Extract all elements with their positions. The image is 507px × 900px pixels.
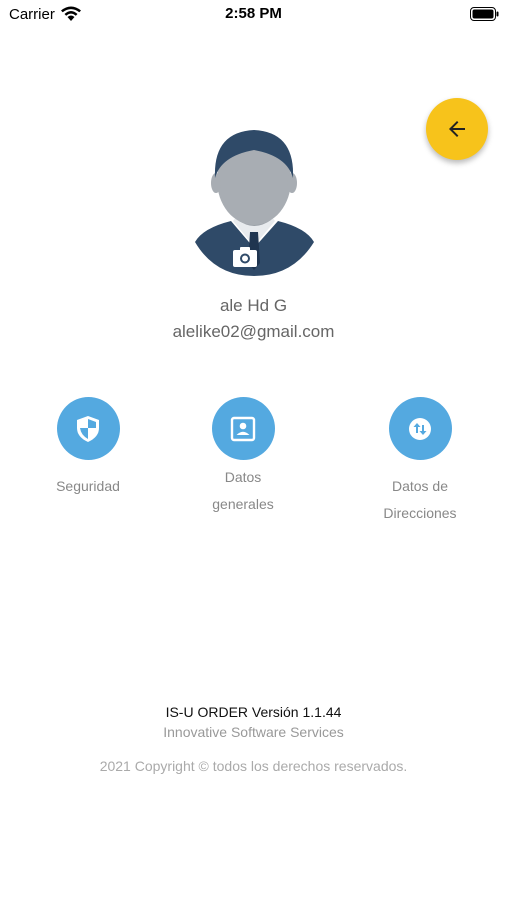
- option-seguridad[interactable]: Seguridad: [38, 397, 138, 500]
- user-email: alelike02@gmail.com: [172, 322, 335, 341]
- copyright-text: 2021 Copyright © todos los derechos rese…: [99, 758, 408, 774]
- shield-icon: [77, 415, 99, 442]
- contact-card-icon: [230, 416, 256, 441]
- status-bar: Carrier 2:58 PM: [0, 0, 507, 30]
- option-datos-generales-button[interactable]: [211, 397, 275, 460]
- arrow-left-icon: [449, 121, 465, 137]
- company-name: Innovative Software Services: [163, 724, 344, 740]
- option-datos-direcciones[interactable]: Datos de Direcciones: [360, 397, 480, 527]
- option-datos-generales[interactable]: Datos generales: [193, 397, 293, 518]
- option-datos-direcciones-button[interactable]: [388, 397, 452, 460]
- swap-arrows-icon: [409, 417, 431, 440]
- camera-icon[interactable]: [233, 247, 257, 267]
- option-seguridad-button[interactable]: [56, 397, 120, 460]
- option-datos-generales-label: Datos generales: [212, 469, 274, 512]
- option-seguridad-label: Seguridad: [56, 478, 120, 494]
- option-datos-direcciones-label: Datos de Direcciones: [383, 478, 457, 521]
- clock: 2:58 PM: [225, 5, 282, 22]
- user-name: ale Hd G: [219, 296, 288, 315]
- back-button[interactable]: [426, 98, 488, 160]
- battery-icon: [470, 7, 499, 21]
- app-version-title: IS-U ORDER Versión 1.1.44: [165, 704, 342, 720]
